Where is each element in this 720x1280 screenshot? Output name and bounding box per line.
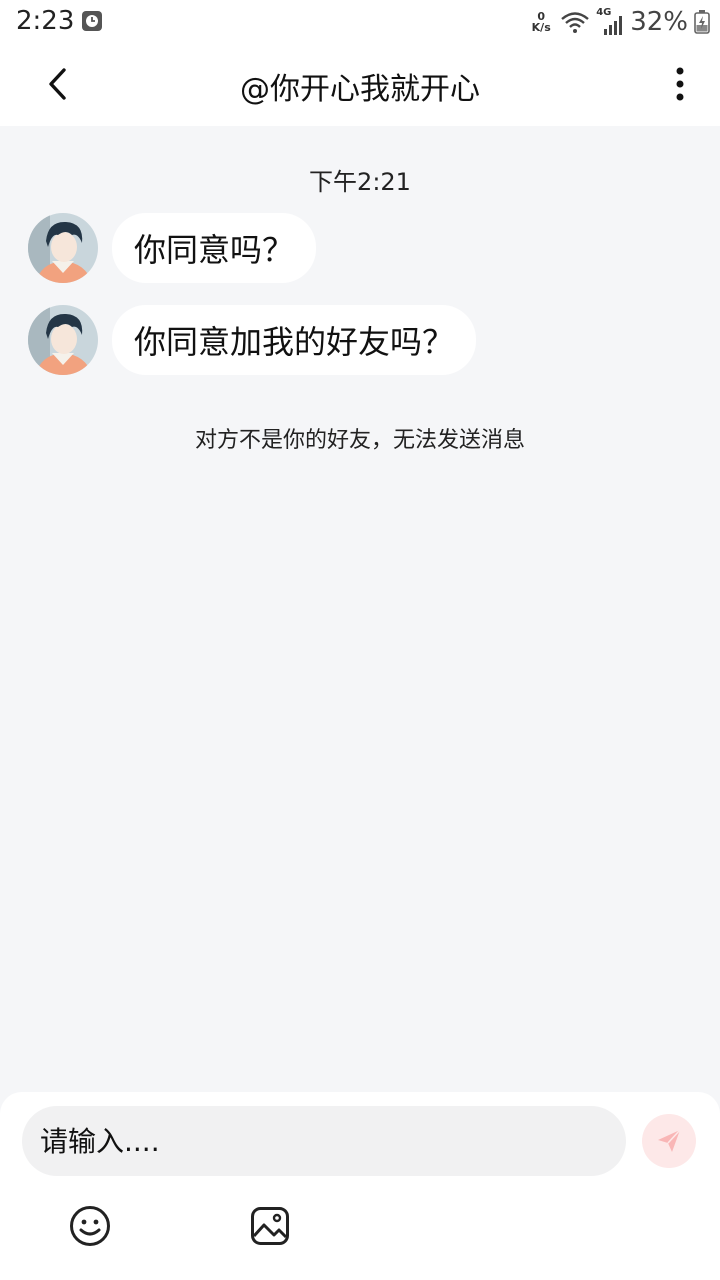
clock-notification-icon bbox=[82, 11, 102, 31]
message-row: 你同意加我的好友吗？ bbox=[28, 305, 477, 375]
avatar[interactable] bbox=[28, 305, 98, 375]
battery-percent: 32% bbox=[630, 7, 688, 37]
paper-plane-icon bbox=[658, 1129, 681, 1152]
chat-header: @你开心我就开心 bbox=[0, 44, 720, 126]
image-icon bbox=[251, 1207, 289, 1245]
message-bubble[interactable]: 你同意加我的好友吗？ bbox=[112, 305, 477, 375]
chat-title: @你开心我就开心 bbox=[240, 72, 480, 107]
message-timestamp: 下午2:21 bbox=[309, 168, 411, 196]
system-notice: 对方不是你的好友，无法发送消息 bbox=[194, 428, 525, 453]
status-time: 2:23 bbox=[16, 6, 75, 36]
message-bubble[interactable]: 你同意吗？ bbox=[112, 213, 317, 283]
send-button[interactable] bbox=[642, 1114, 696, 1168]
more-options-button[interactable] bbox=[662, 62, 698, 106]
composer-panel bbox=[0, 1092, 720, 1280]
net-speed-unit: K/s bbox=[531, 21, 551, 34]
message-row: 你同意吗？ bbox=[28, 213, 317, 283]
avatar-image bbox=[28, 305, 98, 375]
image-button[interactable] bbox=[248, 1204, 292, 1248]
signal-icon bbox=[604, 16, 623, 35]
cell-signal: 4G bbox=[596, 7, 624, 37]
smiley-icon bbox=[70, 1206, 110, 1246]
status-bar: 2:23 0 K/s 4G 32% bbox=[0, 0, 720, 44]
status-indicators: 0 K/s 4G 32% bbox=[528, 4, 710, 40]
avatar-image bbox=[28, 213, 98, 283]
avatar[interactable] bbox=[28, 213, 98, 283]
wifi-icon bbox=[561, 12, 589, 33]
more-vertical-icon bbox=[676, 67, 684, 101]
emoji-button[interactable] bbox=[68, 1204, 112, 1248]
message-input[interactable] bbox=[22, 1106, 626, 1176]
net-speed: 0 K/s bbox=[528, 11, 554, 33]
battery-charging-icon bbox=[694, 10, 710, 34]
